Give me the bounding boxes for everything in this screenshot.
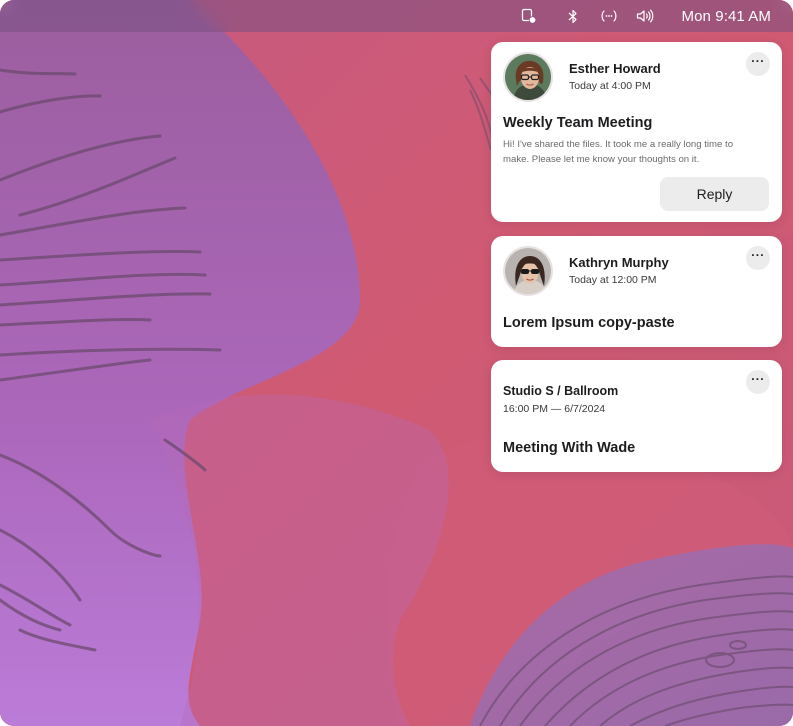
more-options-button[interactable]: ··· xyxy=(746,370,770,394)
reply-button[interactable]: Reply xyxy=(660,177,769,211)
event-time: 16:00 PM — 6/7/2024 xyxy=(503,403,606,415)
menu-bar-clock[interactable]: Mon 9:41 AM xyxy=(682,8,771,25)
bluetooth-icon[interactable] xyxy=(562,5,584,27)
avatar xyxy=(503,52,553,102)
ellipsis-icon: ··· xyxy=(751,248,765,262)
notification-title: Meeting With Wade xyxy=(503,440,636,456)
notification-time: Today at 12:00 PM xyxy=(569,274,657,286)
notification-esther-howard[interactable]: Esther Howard Today at 4:00 PM ··· Weekl… xyxy=(491,42,782,222)
notification-time: Today at 4:00 PM xyxy=(569,80,651,92)
notification-title: Weekly Team Meeting xyxy=(503,115,653,131)
menu-bar: Mon 9:41 AM xyxy=(0,0,793,32)
ellipsis-icon: ··· xyxy=(751,372,765,386)
notification-body: Hi! I've shared the files. It took me a … xyxy=(503,139,734,165)
notification-calendar-event[interactable]: Studio S / Ballroom 16:00 PM — 6/7/2024 … xyxy=(491,360,782,472)
more-options-button[interactable]: ··· xyxy=(746,52,770,76)
notification-title: Lorem Ipsum copy-paste xyxy=(503,315,675,331)
menu-bar-status-area: Mon 9:41 AM xyxy=(504,0,771,32)
screen-mirror-icon[interactable] xyxy=(518,5,540,27)
volume-icon[interactable] xyxy=(634,5,656,27)
notification-kathryn-murphy[interactable]: Kathryn Murphy Today at 12:00 PM ··· Lor… xyxy=(491,236,782,347)
event-location: Studio S / Ballroom xyxy=(503,384,619,398)
more-options-button[interactable]: ··· xyxy=(746,246,770,270)
desktop: Mon 9:41 AM Esther Howard Today at 4:00 … xyxy=(0,0,793,726)
avatar xyxy=(503,246,553,296)
ellipsis-icon: ··· xyxy=(751,54,765,68)
sender-name: Kathryn Murphy xyxy=(569,255,669,270)
airdrop-icon[interactable] xyxy=(598,5,620,27)
sender-name: Esther Howard xyxy=(569,61,661,76)
